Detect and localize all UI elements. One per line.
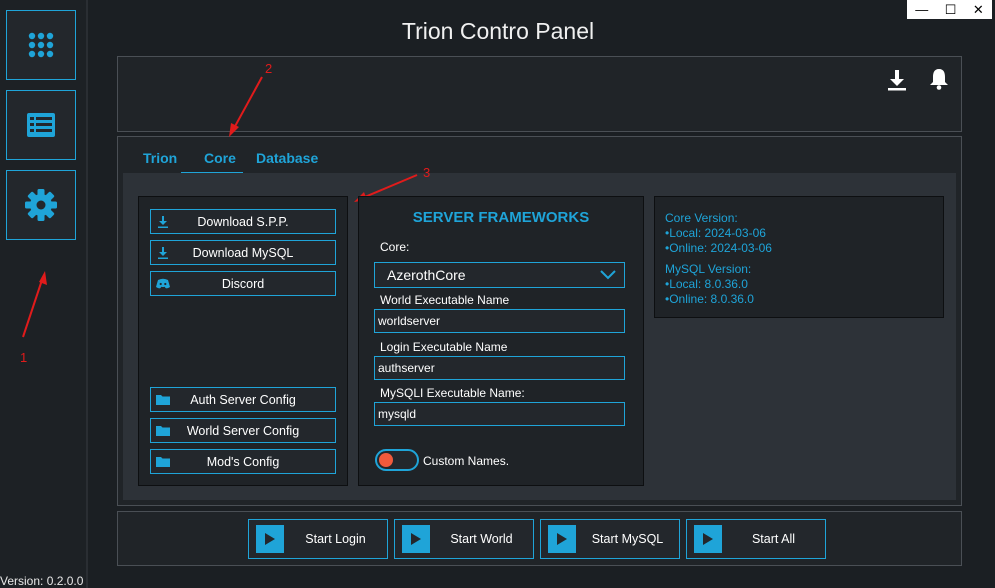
mysql-version-online: •Online: 8.0.36.0	[665, 292, 754, 306]
download-spp-label: Download S.P.P.	[197, 214, 289, 229]
login-executable-input[interactable]: authserver	[374, 356, 625, 380]
sidebar-item-list[interactable]	[6, 90, 76, 160]
start-all-label: Start All	[751, 532, 796, 546]
auth-server-config-button[interactable]: Auth Server Config	[150, 387, 336, 412]
version-label: Version: 0.2.0.0	[0, 574, 84, 588]
download-mysql-button[interactable]: Download MySQL	[150, 240, 336, 265]
core-label: Core:	[380, 240, 410, 254]
core-version-online: •Online: 2024-03-06	[665, 241, 772, 255]
mysql-executable-input[interactable]: mysqld	[374, 402, 625, 426]
annotation-label-1: 1	[20, 350, 28, 365]
sidebar-item-settings[interactable]	[6, 170, 76, 240]
login-executable-label: Login Executable Name	[380, 340, 508, 354]
core-version-title: Core Version:	[665, 211, 738, 225]
download-icon[interactable]	[886, 69, 908, 91]
play-icon	[703, 533, 713, 545]
start-mysql-label: Start MySQL	[591, 532, 664, 546]
annotation-arrow-2	[229, 76, 263, 137]
tab-database[interactable]: Database	[256, 150, 318, 166]
download-icon	[158, 215, 168, 228]
mods-config-button[interactable]: Mod's Config	[150, 449, 336, 474]
bell-icon[interactable]	[929, 68, 949, 90]
grid-icon	[28, 32, 54, 58]
world-executable-input[interactable]: worldserver	[374, 309, 625, 333]
custom-names-toggle[interactable]	[375, 449, 419, 471]
discord-label: Discord	[221, 276, 265, 291]
download-icon	[158, 246, 168, 259]
mysql-version-title: MySQL Version:	[665, 262, 752, 276]
frameworks-title: SERVER FRAMEWORKS	[412, 209, 590, 226]
discord-icon	[156, 278, 170, 289]
maximize-button[interactable]: ☐	[945, 2, 957, 18]
list-icon	[27, 113, 55, 137]
close-button[interactable]: ✕	[973, 2, 984, 18]
discord-button[interactable]: Discord	[150, 271, 336, 296]
folder-icon	[156, 426, 170, 436]
start-world-button[interactable]: Start World	[394, 519, 534, 559]
play-icon	[557, 533, 567, 545]
download-mysql-label: Download MySQL	[192, 245, 294, 260]
world-server-config-button[interactable]: World Server Config	[150, 418, 336, 443]
core-select-value: AzerothCore	[387, 267, 466, 283]
start-login-button[interactable]: Start Login	[248, 519, 388, 559]
app-title: Trion Contro Panel	[401, 18, 595, 44]
annotation-label-3: 3	[423, 165, 431, 180]
tab-core[interactable]: Core	[204, 150, 236, 166]
start-world-label: Start World	[450, 532, 513, 546]
sidebar-item-dashboard[interactable]	[6, 10, 76, 80]
mysql-executable-label: MySQLI Executable Name:	[380, 386, 525, 400]
mysql-version-local: •Local: 8.0.36.0	[665, 277, 748, 291]
mods-config-label: Mod's Config	[206, 454, 280, 469]
world-executable-label: World Executable Name	[380, 293, 510, 307]
minimize-button[interactable]: —	[915, 2, 928, 17]
toggle-knob	[379, 453, 393, 467]
version-info-panel: Core Version: •Local: 2024-03-06 •Online…	[654, 196, 944, 318]
window-controls: — ☐ ✕	[907, 0, 992, 19]
play-icon	[265, 533, 275, 545]
start-all-button[interactable]: Start All	[686, 519, 826, 559]
core-select[interactable]: AzerothCore	[374, 262, 625, 288]
start-login-label: Start Login	[305, 532, 366, 546]
download-spp-button[interactable]: Download S.P.P.	[150, 209, 336, 234]
gear-icon	[25, 189, 57, 221]
play-icon	[411, 533, 421, 545]
folder-icon	[156, 395, 170, 405]
tab-trion[interactable]: Trion	[143, 150, 177, 166]
core-version-local: •Local: 2024-03-06	[665, 226, 766, 240]
start-mysql-button[interactable]: Start MySQL	[540, 519, 680, 559]
world-server-config-label: World Server Config	[186, 423, 300, 438]
annotation-label-2: 2	[265, 61, 273, 76]
chevron-down-icon	[600, 270, 616, 280]
auth-server-config-label: Auth Server Config	[190, 392, 296, 407]
custom-names-label: Custom Names.	[423, 454, 510, 468]
folder-icon	[156, 457, 170, 467]
